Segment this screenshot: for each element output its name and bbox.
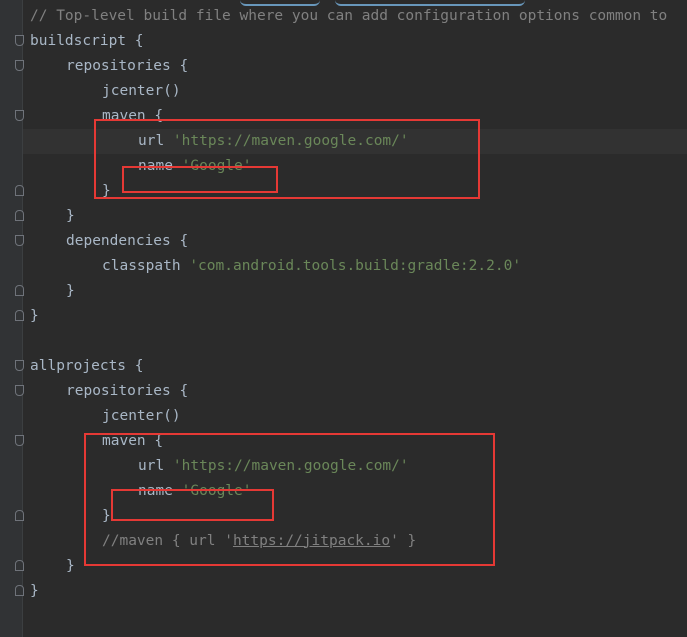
fold-close-icon[interactable]	[15, 560, 24, 571]
code-token: }	[30, 582, 39, 599]
code-line[interactable]: // Top-level build file where you can ad…	[30, 4, 687, 29]
fold-open-icon[interactable]	[15, 435, 24, 446]
fold-open-icon[interactable]	[15, 110, 24, 121]
code-line[interactable]: repositories {	[30, 379, 687, 404]
code-line[interactable]: }	[30, 204, 687, 229]
code-token: classpath	[102, 257, 190, 274]
fold-open-icon[interactable]	[15, 35, 24, 46]
code-editor[interactable]: // Top-level build file where you can ad…	[0, 0, 687, 637]
highlight-box-name-google-allprojects	[111, 489, 274, 521]
fold-open-icon[interactable]	[15, 60, 24, 71]
code-line[interactable]: buildscript {	[30, 29, 687, 54]
code-line[interactable]: jcenter()	[30, 404, 687, 429]
fold-close-icon[interactable]	[15, 585, 24, 596]
code-token: repositories {	[66, 382, 189, 399]
code-token: buildscript {	[30, 32, 144, 49]
code-line[interactable]: repositories {	[30, 54, 687, 79]
code-token: }	[66, 282, 75, 299]
code-line[interactable]: }	[30, 279, 687, 304]
code-line[interactable]: allprojects {	[30, 354, 687, 379]
code-line[interactable]: classpath 'com.android.tools.build:gradl…	[30, 254, 687, 279]
code-token: repositories {	[66, 57, 189, 74]
code-token: dependencies {	[66, 232, 189, 249]
fold-open-icon[interactable]	[15, 385, 24, 396]
code-token: jcenter()	[102, 407, 181, 424]
fold-close-icon[interactable]	[15, 285, 24, 296]
fold-close-icon[interactable]	[15, 210, 24, 221]
code-line[interactable]: }	[30, 579, 687, 604]
code-line[interactable]: jcenter()	[30, 79, 687, 104]
fold-close-icon[interactable]	[15, 310, 24, 321]
code-line[interactable]	[30, 329, 687, 354]
fold-close-icon[interactable]	[15, 510, 24, 521]
fold-open-icon[interactable]	[15, 360, 24, 371]
code-token: jcenter()	[102, 82, 181, 99]
string-literal: 'com.android.tools.build:gradle:2.2.0'	[189, 257, 522, 274]
code-token: }	[66, 557, 75, 574]
comment-text: // Top-level build file where you can ad…	[30, 7, 668, 24]
code-token: }	[30, 307, 39, 324]
code-token: allprojects {	[30, 357, 144, 374]
code-line[interactable]: }	[30, 304, 687, 329]
code-line[interactable]: dependencies {	[30, 229, 687, 254]
highlight-box-name-google-buildscript	[122, 166, 278, 193]
code-token: }	[66, 207, 75, 224]
fold-close-icon[interactable]	[15, 185, 24, 196]
fold-open-icon[interactable]	[15, 235, 24, 246]
